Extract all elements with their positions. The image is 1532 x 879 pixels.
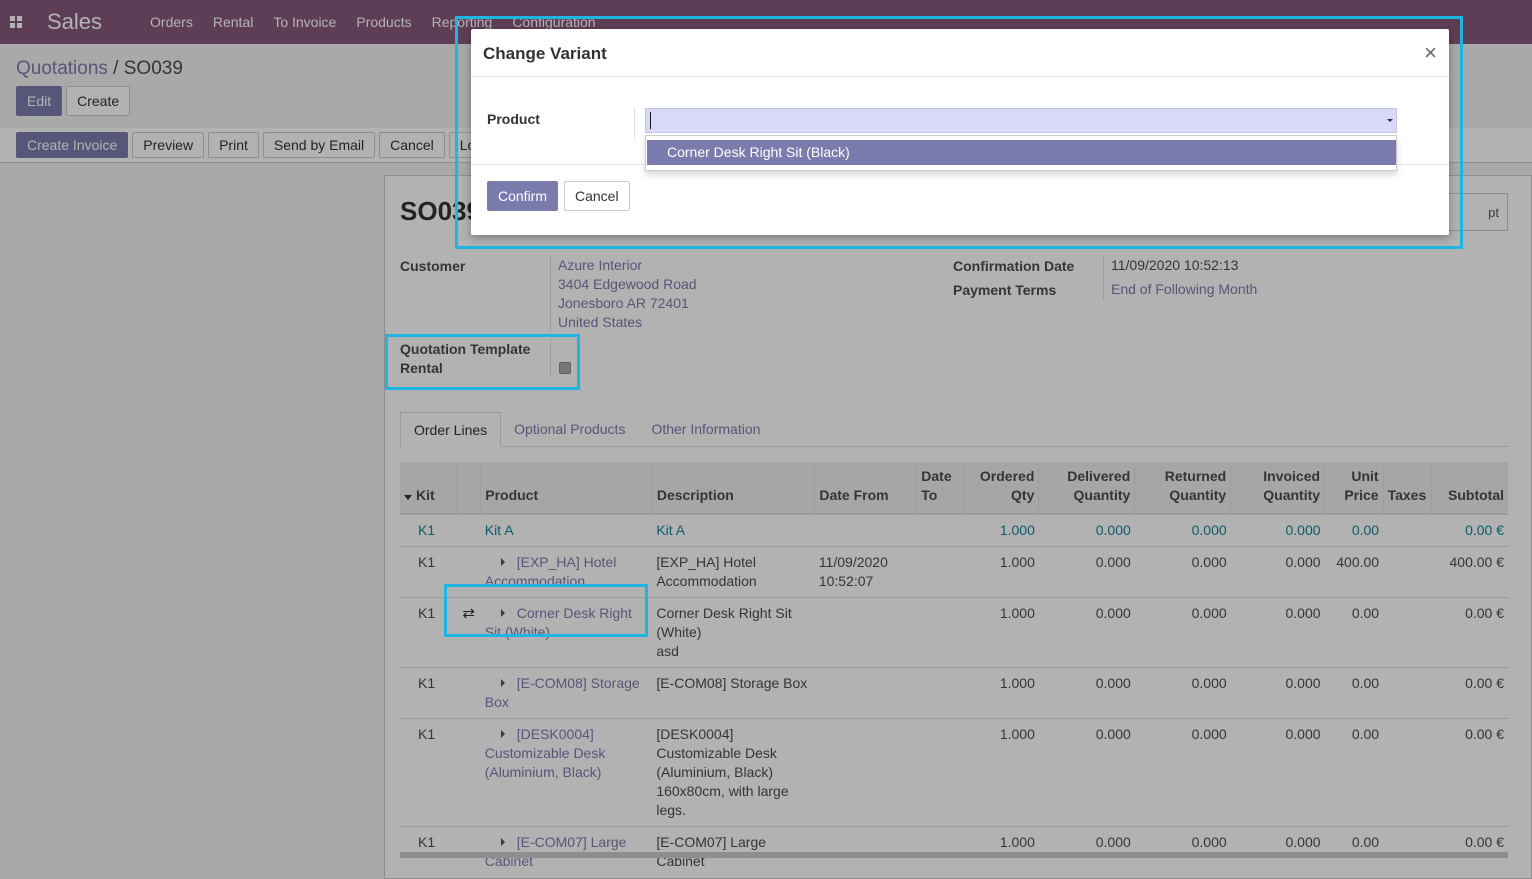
highlight-quotation-template [385,334,580,390]
highlight-variant-row [444,584,648,637]
highlight-modal [455,16,1463,249]
